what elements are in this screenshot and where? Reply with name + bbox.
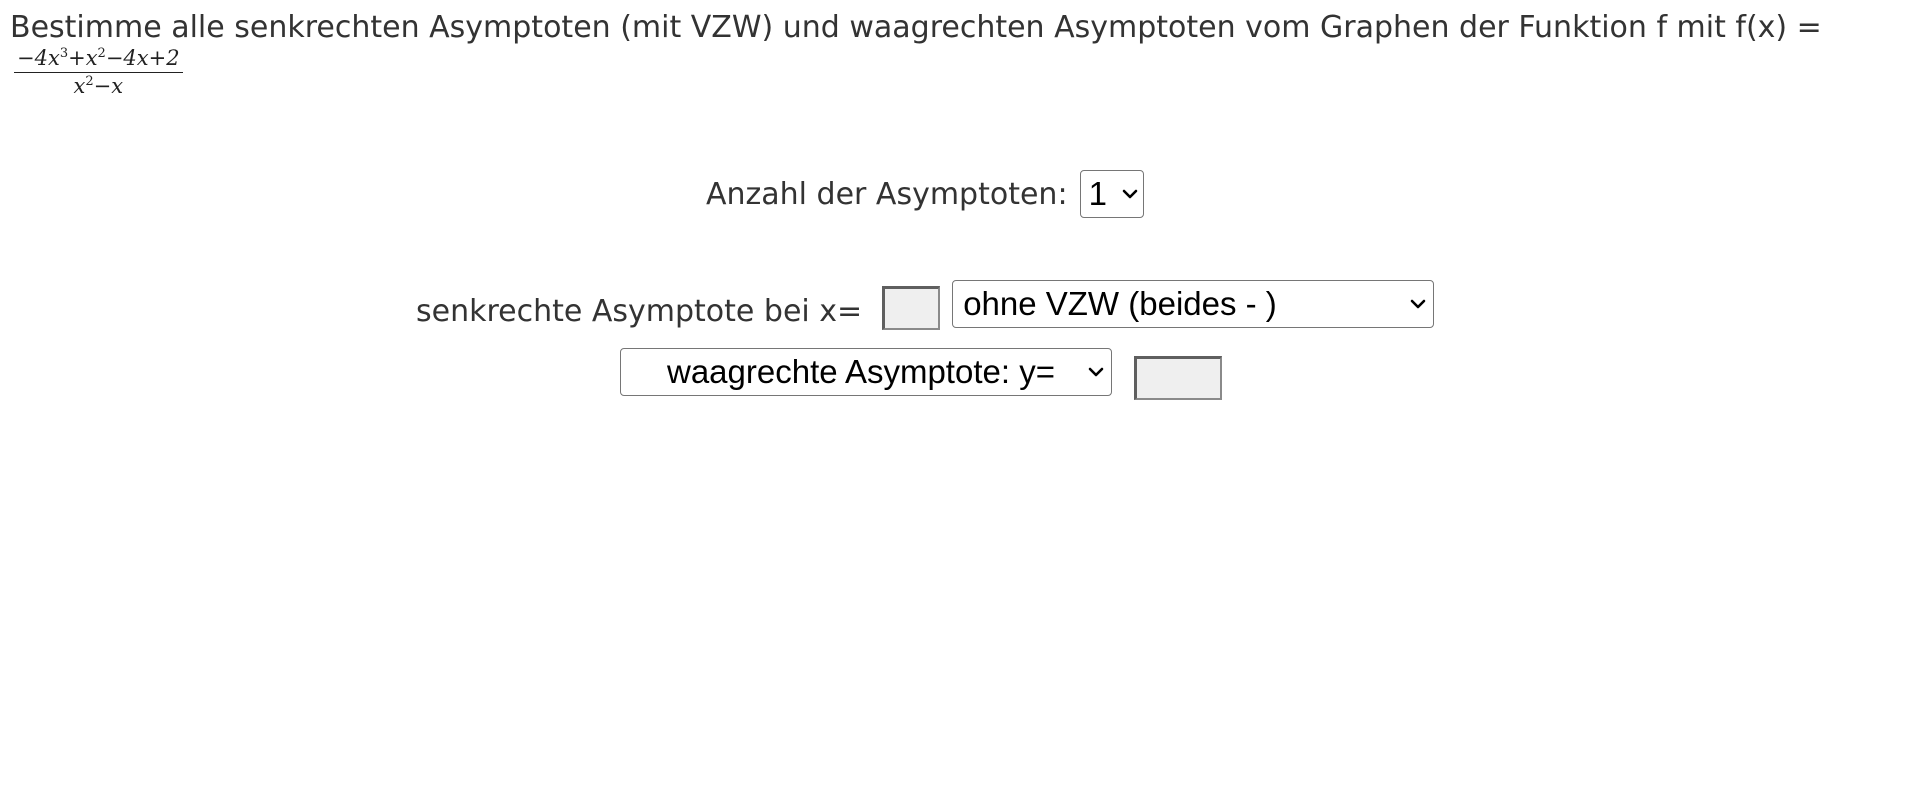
vertical-asymptote-label: senkrechte Asymptote bei x= [416,293,863,329]
asymptote-count-value: 1 [1088,175,1107,212]
vzw-select[interactable]: ohne VZW (beides - ) [952,280,1435,328]
numerator-rest: −4x+2 [105,46,180,70]
asymptote-count-select[interactable]: 1 [1079,170,1144,218]
chevron-down-icon [1117,171,1143,217]
page: Bestimme alle senkrechten Asymptoten (mi… [0,0,1920,810]
vzw-select-value: ohne VZW (beides - ) [963,285,1277,322]
chevron-down-icon [1081,349,1111,395]
numerator-term2-exponent: 2 [97,46,106,61]
chevron-down-icon [1403,281,1433,327]
denominator-rest: −x [93,74,124,98]
horizontal-asymptote-row: waagrechte Asymptote: y= [620,344,1222,400]
numerator-term2: +x [68,46,98,70]
function-fraction: −4x3+x2−4x+2 x2−x [14,46,183,98]
fraction-denominator: x2−x [74,73,124,98]
asymptote-count-row: Anzahl der Asymptoten: 1 [706,170,1144,218]
asymptote-type-value: waagrechte Asymptote: y= [667,353,1055,390]
question-text: Bestimme alle senkrechten Asymptoten (mi… [10,10,1822,45]
vertical-asymptote-row: senkrechte Asymptote bei x= ohne VZW (be… [416,278,1435,330]
numerator-term1: −4x [17,46,60,70]
asymptote-count-label: Anzahl der Asymptoten: [706,176,1068,212]
horizontal-asymptote-input[interactable] [1134,356,1222,400]
denominator-term1-exponent: 2 [85,74,94,89]
numerator-term1-exponent: 3 [59,46,69,61]
fraction-numerator: −4x3+x2−4x+2 [14,46,183,73]
denominator-term1: x [73,74,86,98]
asymptote-type-select[interactable]: waagrechte Asymptote: y= [620,348,1112,396]
vertical-asymptote-input[interactable] [882,286,941,330]
